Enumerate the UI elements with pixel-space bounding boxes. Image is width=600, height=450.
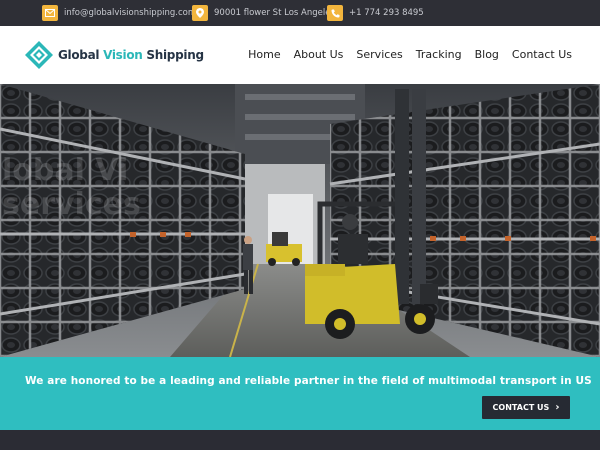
brand-name: Global Vision Shipping [58,48,204,62]
hero-ghost-text: lobal Vi services [2,154,141,222]
nav-home[interactable]: Home [248,48,280,61]
nav-blog[interactable]: Blog [475,48,499,61]
phone-contact[interactable]: +1 774 293 8495 [327,5,424,21]
hero-ghost-line-2: services [2,187,141,222]
address-contact: 90001 flower St Los Angeles [192,5,335,21]
contact-us-label: CONTACT US [492,403,550,412]
cta-band: We are honored to be a leading and relia… [0,357,600,430]
footer-strip [0,430,600,450]
email-text: info@globalvisionshipping.com [64,8,197,18]
envelope-icon [42,5,58,21]
brand-name-accent: Vision [103,48,143,62]
nav-tracking[interactable]: Tracking [416,48,462,61]
phone-icon [327,5,343,21]
contact-us-button[interactable]: CONTACT US › [482,396,570,419]
nav-about-us[interactable]: About Us [294,48,344,61]
nav-services[interactable]: Services [356,48,402,61]
site-header: Global Vision Shipping Home About Us Ser… [0,26,600,84]
map-pin-icon [192,5,208,21]
chevron-right-icon: › [555,401,560,413]
email-contact[interactable]: info@globalvisionshipping.com [42,5,196,21]
diamond-logo-icon [25,41,53,69]
hero-ghost-line-1: lobal Vi [2,153,129,188]
brand-name-part1: Global [58,48,104,62]
nav-contact-us[interactable]: Contact Us [512,48,572,61]
main-nav: Home About Us Services Tracking Blog Con… [235,48,572,61]
band-tagline: We are honored to be a leading and relia… [25,375,592,387]
brand-name-part3: Shipping [142,48,204,62]
address-text: 90001 flower St Los Angeles [214,8,335,18]
hero-banner: lobal Vi services [0,84,600,357]
brand-logo[interactable]: Global Vision Shipping [24,40,204,70]
top-info-bar: info@globalvisionshipping.com 90001 flow… [0,0,600,26]
phone-text: +1 774 293 8495 [349,8,424,18]
